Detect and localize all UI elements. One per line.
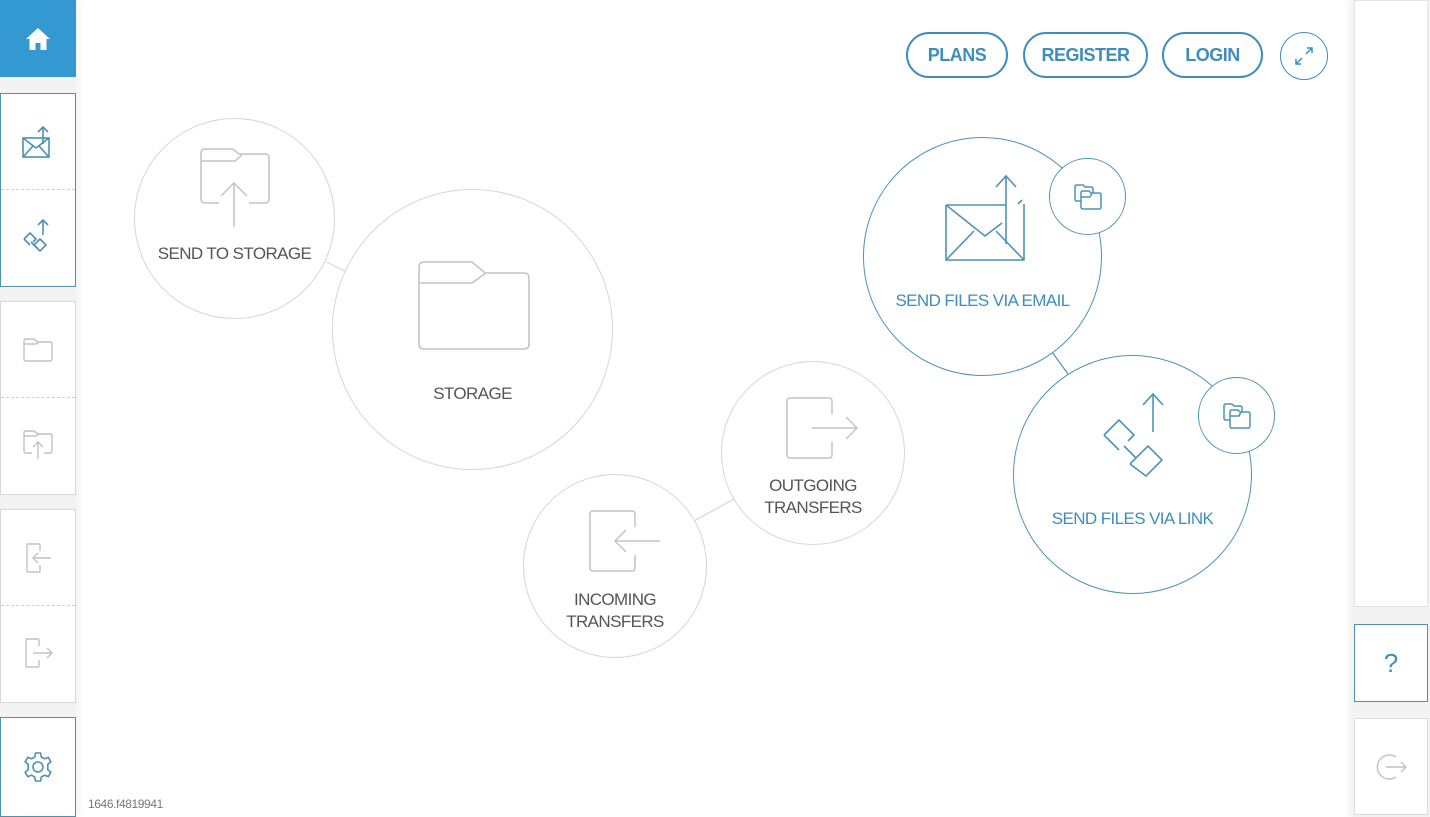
gear-icon: [24, 752, 52, 782]
sidebar-item-settings[interactable]: [1, 718, 75, 816]
fullscreen-button[interactable]: [1280, 32, 1328, 80]
connector-send: [1051, 351, 1069, 375]
sidebar-group-storage: [0, 301, 76, 495]
sidebar-item-send-email[interactable]: [1, 94, 75, 189]
home-icon: [26, 27, 50, 50]
sidebar-item-outgoing[interactable]: [1, 605, 75, 700]
send-link-icon: [1103, 392, 1164, 478]
sidebar-group-transfers: [0, 509, 76, 703]
send-email-icon: [22, 125, 50, 158]
sidebar-item-send-to-storage[interactable]: [1, 397, 75, 492]
sidebar-group-settings: [0, 717, 76, 817]
right-sidebar-panel: [1354, 0, 1428, 607]
register-button[interactable]: REGISTER: [1023, 32, 1148, 78]
incoming-icon: [589, 510, 660, 572]
help-button[interactable]: ?: [1354, 624, 1428, 702]
folder-upload-icon: [23, 430, 53, 459]
outgoing-icon: [25, 638, 53, 668]
incoming-line1: INCOMING: [573, 590, 657, 609]
expand-icon: [1295, 47, 1313, 65]
logout-button[interactable]: [1354, 718, 1428, 815]
outgoing-icon: [786, 397, 859, 459]
folders-icon: [1073, 183, 1102, 210]
logout-icon: [1376, 753, 1407, 780]
sidebar-item-send-link[interactable]: [1, 189, 75, 284]
incoming-line2: TRANSFERS: [566, 612, 664, 631]
sidebar-home-button[interactable]: [0, 0, 76, 77]
incoming-transfers-label: INCOMING TRANSFERS: [524, 589, 706, 633]
login-button[interactable]: LOGIN: [1162, 32, 1263, 78]
send-link-label: SEND FILES VIA LINK: [1051, 509, 1214, 528]
right-sidebar: ?: [1352, 0, 1430, 817]
folder-icon: [23, 337, 53, 362]
send-link-icon: [23, 218, 49, 253]
send-email-label: SEND FILES VIA EMAIL: [895, 291, 1070, 310]
outgoing-line1: OUTGOING: [769, 476, 857, 495]
incoming-transfers-bubble[interactable]: INCOMING TRANSFERS: [523, 474, 707, 658]
send-to-storage-label: SEND TO STORAGE: [157, 244, 312, 263]
folder-icon: [418, 261, 530, 350]
send-email-icon: [945, 174, 1025, 261]
plans-button[interactable]: PLANS: [906, 32, 1008, 78]
left-sidebar: [0, 0, 76, 817]
folders-icon: [1222, 402, 1251, 429]
version-label: 1646.f4819941: [88, 797, 163, 811]
sidebar-group-send: [0, 93, 76, 287]
storage-label: STORAGE: [433, 384, 512, 403]
sidebar-item-incoming[interactable]: [1, 510, 75, 605]
outgoing-transfers-label: OUTGOING TRANSFERS: [722, 475, 904, 519]
email-files-button[interactable]: [1049, 158, 1126, 235]
send-to-storage-bubble[interactable]: SEND TO STORAGE: [134, 118, 335, 319]
sidebar-item-storage[interactable]: [1, 302, 75, 397]
folder-upload-icon: [200, 148, 270, 227]
outgoing-transfers-bubble[interactable]: OUTGOING TRANSFERS: [721, 361, 905, 545]
link-files-button[interactable]: [1198, 377, 1275, 454]
outgoing-line2: TRANSFERS: [764, 498, 862, 517]
incoming-icon: [26, 542, 51, 573]
storage-bubble[interactable]: STORAGE: [332, 189, 613, 470]
